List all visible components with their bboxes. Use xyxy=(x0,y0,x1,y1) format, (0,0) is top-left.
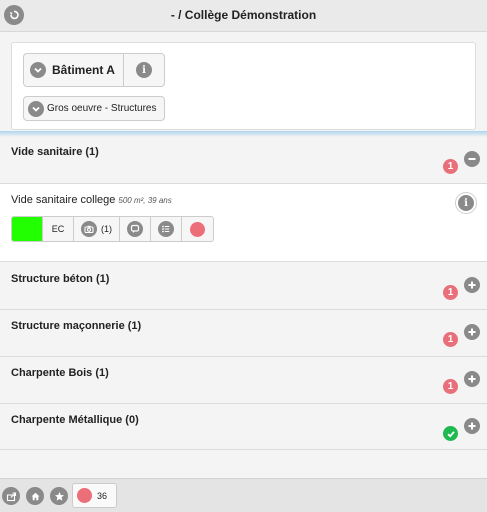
alert-count-chip[interactable]: 36 xyxy=(72,483,117,508)
state-code-button[interactable]: EC xyxy=(43,217,74,241)
camera-icon xyxy=(81,221,97,237)
building-selector: Bâtiment A i xyxy=(23,53,165,87)
section-title: Charpente Bois (1) xyxy=(11,367,109,379)
building-label: Bâtiment A xyxy=(52,63,115,77)
expand-icon[interactable] xyxy=(464,324,480,340)
section-title: Vide sanitaire (1) xyxy=(11,146,99,158)
section-charpente-metallique[interactable]: Charpente Métallique (0) xyxy=(0,404,487,450)
collapse-icon[interactable] xyxy=(464,151,480,167)
check-icon xyxy=(443,426,458,441)
info-icon: i xyxy=(458,195,474,211)
item-info-button[interactable]: i xyxy=(458,195,474,211)
alert-count-badge: 1 xyxy=(443,379,458,394)
alert-dot xyxy=(77,488,92,503)
list-icon xyxy=(158,221,174,237)
bottom-bar: 36 xyxy=(0,478,487,512)
state-color-swatch[interactable] xyxy=(12,217,43,241)
item-toolbar: EC (1) xyxy=(11,216,214,242)
building-dropdown-button[interactable]: Bâtiment A xyxy=(24,54,124,86)
expand-icon[interactable] xyxy=(464,277,480,293)
star-icon[interactable] xyxy=(50,487,68,505)
list-button[interactable] xyxy=(151,217,182,241)
alert-count: 36 xyxy=(97,490,108,501)
page-title: - / Collège Démonstration xyxy=(170,8,317,22)
photo-button[interactable]: (1) xyxy=(74,217,120,241)
building-info-button[interactable]: i xyxy=(124,54,164,86)
section-title: Structure maçonnerie (1) xyxy=(11,320,142,332)
state-code: EC xyxy=(51,224,65,234)
section-charpente-bois[interactable]: Charpente Bois (1) 1 xyxy=(0,357,487,404)
item-meta: 500 m², 39 ans xyxy=(118,196,172,205)
photo-count: (1) xyxy=(101,224,112,234)
expand-icon[interactable] xyxy=(464,371,480,387)
section-structure-beton[interactable]: Structure béton (1) 1 xyxy=(0,263,487,310)
status-button[interactable] xyxy=(182,217,213,241)
section-vide-sanitaire[interactable]: Vide sanitaire (1) 1 xyxy=(0,137,487,184)
comment-icon xyxy=(127,221,143,237)
trade-dropdown-button[interactable]: Gros oeuvre - Structures xyxy=(23,96,166,121)
comment-button[interactable] xyxy=(120,217,151,241)
section-title: Structure béton (1) xyxy=(11,273,110,285)
chevron-down-icon xyxy=(30,62,46,78)
alert-count-badge: 1 xyxy=(443,285,458,300)
trade-label: Gros oeuvre - Structures xyxy=(47,103,157,114)
expand-icon[interactable] xyxy=(464,418,480,434)
info-icon: i xyxy=(136,62,152,78)
top-bar: - / Collège Démonstration xyxy=(0,0,487,32)
filter-panel: Bâtiment A i Gros oeuvre - Structures xyxy=(11,42,476,130)
section-structure-maconnerie[interactable]: Structure maçonnerie (1) 1 xyxy=(0,310,487,357)
item-title-line: Vide sanitaire college 500 m², 39 ans xyxy=(11,194,172,206)
chevron-down-icon xyxy=(28,100,44,117)
section-title: Charpente Métallique (0) xyxy=(11,414,139,426)
share-icon[interactable] xyxy=(2,487,20,505)
item-title: Vide sanitaire college xyxy=(11,194,116,206)
alert-count-badge: 1 xyxy=(443,159,458,174)
home-icon[interactable] xyxy=(26,487,44,505)
alert-count-badge: 1 xyxy=(443,332,458,347)
status-dot xyxy=(190,221,205,237)
